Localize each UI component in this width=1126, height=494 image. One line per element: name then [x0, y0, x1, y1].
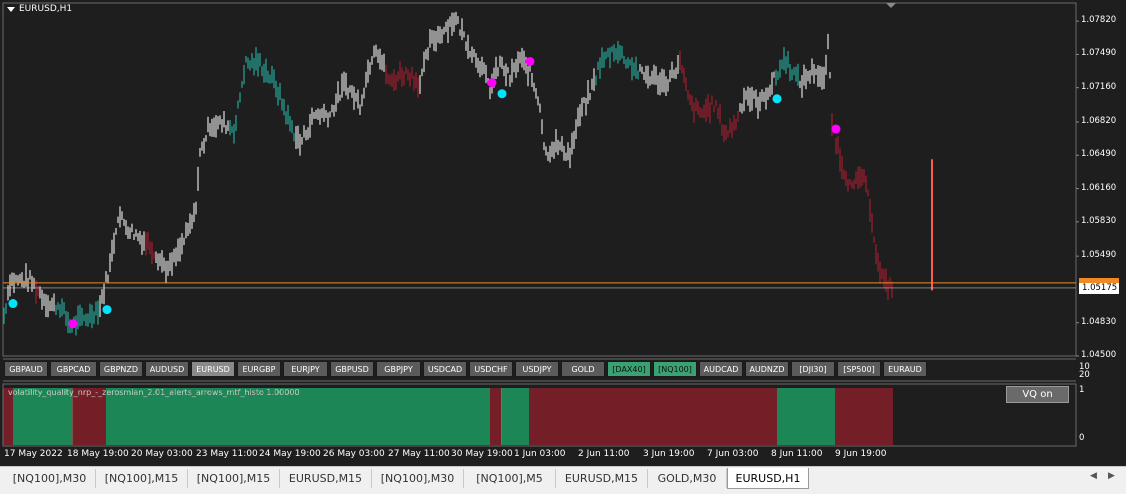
time-axis-label: 30 May 19:00 — [451, 449, 513, 459]
chart-tab[interactable]: [NQ100],M30 — [372, 469, 464, 488]
ticker-button-audcad[interactable]: AUDCAD — [699, 361, 743, 377]
sell-signal-dot — [68, 319, 78, 329]
ticker-button-eurjpy[interactable]: EURJPY — [283, 361, 328, 377]
time-axis-label: 26 May 03:00 — [323, 449, 385, 459]
sell-signal-dot — [831, 124, 841, 134]
ticker-button-audnzd[interactable]: AUDNZD — [745, 361, 789, 377]
price-axis-label: 1.06160 — [1081, 182, 1117, 193]
ticker-button-dax40[interactable]: [DAX40] — [607, 361, 651, 377]
main-pane-border — [2, 2, 1077, 357]
ticker-button-audusd[interactable]: AUDUSD — [145, 361, 189, 377]
time-axis-label: 3 Jun 19:00 — [643, 449, 695, 459]
ticker-button-eurusd[interactable]: EURUSD — [191, 361, 235, 377]
price-axis-label: 1.06490 — [1081, 149, 1117, 160]
buy-signal-dot — [102, 305, 112, 315]
indicator-scale-top: 20 — [1079, 370, 1090, 380]
price-axis-label: 1.05830 — [1081, 215, 1117, 226]
tab-scroll-left-icon[interactable]: ◀ — [1090, 471, 1097, 481]
time-axis-label: 20 May 03:00 — [131, 449, 193, 459]
time-axis-label: 17 May 2022 — [4, 449, 63, 459]
price-axis-label: 1.04830 — [1081, 316, 1117, 327]
chart-tab[interactable]: [NQ100],M15 — [96, 469, 188, 488]
current-price-badge: 1.05175 — [1079, 283, 1119, 294]
window-title-text: EURUSD,H1 — [19, 4, 73, 14]
price-axis-label: 1.05490 — [1081, 250, 1117, 261]
tab-scroll-right-icon[interactable]: ▶ — [1108, 471, 1115, 481]
price-axis-label: 1.07820 — [1081, 15, 1117, 26]
buy-signal-dot — [497, 89, 507, 99]
shift-marker-icon — [886, 3, 896, 8]
chart-tab[interactable]: EURUSD,H1 — [727, 468, 809, 489]
collapse-triangle-icon[interactable] — [7, 6, 15, 12]
indicator-label: volatility_quality_nrp_-_zerosmian_2.01_… — [8, 388, 300, 397]
buy-signal-dot — [8, 299, 18, 309]
indicator-scale-0: 0 — [1079, 433, 1085, 443]
chart-tab-bar: [NQ100],M30 [NQ100],M15 [NQ100],M15 EURUSD,… — [0, 466, 1126, 494]
price-axis-label: 1.04500 — [1081, 350, 1117, 360]
time-axis-label: 27 May 11:00 — [388, 449, 450, 459]
price-axis-label: 1.06820 — [1081, 115, 1117, 126]
chart-tab[interactable]: [NQ100],M5 — [464, 469, 556, 488]
ticker-bar: GBPAUD GBPCAD GBPNZD AUDUSD EURUSD EURGBP EURJ… — [4, 361, 927, 377]
chart-window-title: EURUSD,H1 — [7, 4, 72, 14]
vq-toggle-button[interactable]: VQ on — [1006, 386, 1069, 403]
time-axis-label: 8 Jun 11:00 — [771, 449, 823, 459]
ticker-button-nq100[interactable]: [NQ100] — [653, 361, 697, 377]
chart-tab[interactable]: [NQ100],M15 — [188, 469, 280, 488]
indicator-scale-1: 1 — [1079, 385, 1085, 395]
chart-window[interactable]: EURUSD,H1 1.07820 1.07490 1.07160 1.06820 1.… — [0, 0, 1126, 466]
sell-signal-dot — [487, 78, 497, 88]
ticker-button-sp500[interactable]: [SP500] — [837, 361, 881, 377]
sell-signal-dot — [525, 56, 535, 66]
time-axis-label: 1 Jun 03:00 — [514, 449, 566, 459]
price-axis-label: 1.07490 — [1081, 48, 1117, 59]
time-axis-label: 2 Jun 11:00 — [578, 449, 630, 459]
ticker-button-usdchf[interactable]: USDCHF — [469, 361, 513, 377]
ticker-button-usdjpy[interactable]: USDJPY — [515, 361, 559, 377]
time-axis-label: 23 May 11:00 — [196, 449, 258, 459]
ticker-button-gbpnzd[interactable]: GBPNZD — [99, 361, 143, 377]
ticker-button-gold[interactable]: GOLD — [561, 361, 605, 377]
time-axis-label: 24 May 19:00 — [259, 449, 321, 459]
time-axis-label: 9 Jun 19:00 — [835, 449, 887, 459]
ticker-button-gbpaud[interactable]: GBPAUD — [4, 361, 48, 377]
ticker-button-gbpcad[interactable]: GBPCAD — [50, 361, 97, 377]
ticker-button-euraud[interactable]: EURAUD — [883, 361, 927, 377]
ticker-button-gbpjpy[interactable]: GBPJPY — [376, 361, 421, 377]
ticker-button-usdcad[interactable]: USDCAD — [423, 361, 467, 377]
ticker-button-dji30[interactable]: [DJI30] — [791, 361, 835, 377]
chart-tab[interactable]: EURUSD,M15 — [556, 469, 648, 488]
price-axis-label: 1.07160 — [1081, 81, 1117, 92]
chart-tab[interactable]: EURUSD,M15 — [280, 469, 372, 488]
ticker-button-eurgbp[interactable]: EURGBP — [237, 361, 281, 377]
time-axis-label: 18 May 19:00 — [67, 449, 129, 459]
chart-tab[interactable]: [NQ100],M30 — [4, 469, 96, 488]
chart-tab[interactable]: GOLD,M30 — [648, 469, 727, 488]
ticker-button-gbpusd[interactable]: GBPUSD — [330, 361, 374, 377]
time-axis-label: 7 Jun 03:00 — [707, 449, 759, 459]
buy-signal-dot — [772, 94, 782, 104]
